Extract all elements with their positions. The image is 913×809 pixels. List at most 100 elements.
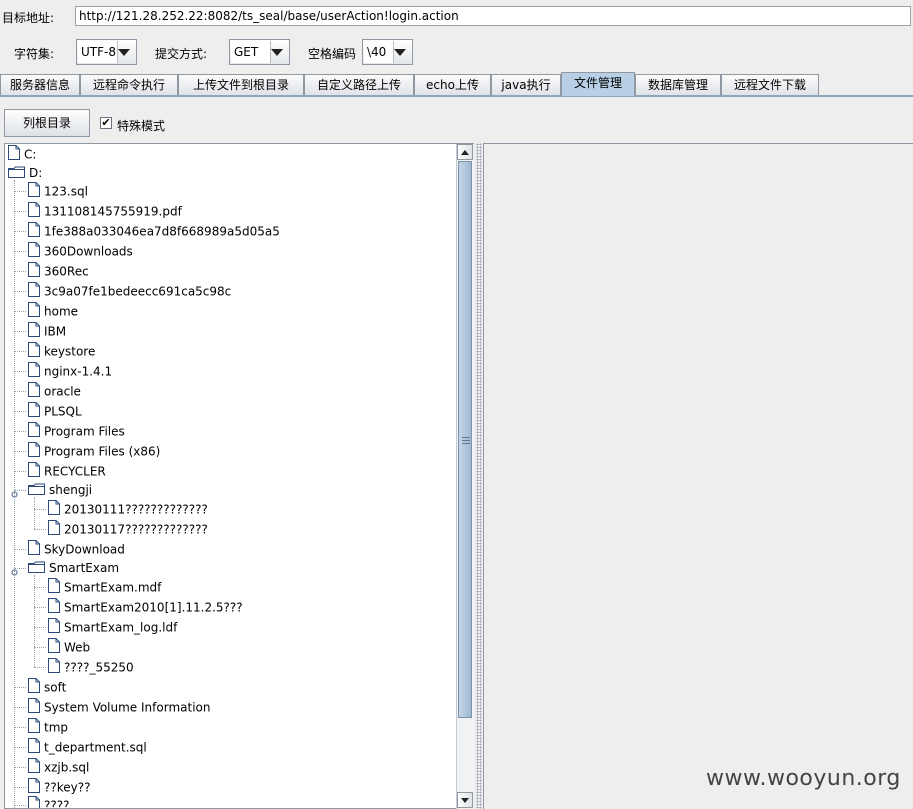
tree-node-label: SmartExam.mdf bbox=[64, 580, 162, 595]
tree-node-label: IBM bbox=[44, 324, 67, 339]
charset-select[interactable]: UTF-8 bbox=[76, 39, 137, 65]
tab-file-manager[interactable]: 文件管理 bbox=[561, 72, 635, 96]
tree-connector bbox=[14, 767, 26, 768]
file-icon bbox=[28, 362, 40, 382]
folder-icon bbox=[28, 482, 45, 500]
tab-echo-upload[interactable]: echo上传 bbox=[414, 74, 491, 95]
tree-node[interactable]: System Volume Information bbox=[28, 698, 210, 716]
tree-node-label: System Volume Information bbox=[44, 700, 211, 715]
tree-node-label: tmp bbox=[44, 720, 69, 735]
tab-database-manager[interactable]: 数据库管理 bbox=[635, 74, 721, 95]
tree-node[interactable]: 131108145755919.pdf bbox=[28, 202, 182, 220]
tree-node-label: 20130117????????????? bbox=[64, 522, 208, 537]
folder-icon bbox=[8, 165, 25, 183]
tree-node[interactable]: PLSQL bbox=[28, 402, 82, 420]
tree-node[interactable]: 20130117????????????? bbox=[48, 520, 208, 538]
tree-node[interactable]: SmartExam bbox=[28, 559, 119, 577]
tree-node[interactable]: SmartExam2010[1].11.2.5??? bbox=[48, 598, 243, 616]
tree-node[interactable]: soft bbox=[28, 678, 66, 696]
tab-remote-download[interactable]: 远程文件下载 bbox=[721, 74, 819, 95]
tree-connector bbox=[14, 787, 26, 788]
tree-node[interactable]: Program Files (x86) bbox=[28, 442, 160, 460]
tab-remote-command[interactable]: 远程命令执行 bbox=[80, 74, 178, 95]
file-icon bbox=[28, 222, 40, 242]
tree-node-label: SkyDownload bbox=[44, 542, 125, 557]
target-url-input[interactable]: http://121.28.252.22:8082/ts_seal/base/u… bbox=[75, 6, 911, 26]
tab-bar: 服务器信息 远程命令执行 上传文件到根目录 自定义路径上传 echo上传 jav… bbox=[0, 72, 913, 96]
tree-node[interactable]: ??key?? bbox=[28, 778, 90, 796]
file-icon bbox=[48, 658, 60, 678]
tree-node[interactable]: SkyDownload bbox=[28, 540, 125, 558]
tree-connector bbox=[14, 391, 26, 392]
tree-node[interactable]: SmartExam.mdf bbox=[48, 578, 161, 596]
tree-node-label: 3c9a07fe1bedeecc691ca5c98c bbox=[44, 284, 232, 299]
tree-node-label: RECYCLER bbox=[44, 464, 106, 479]
space-encoding-select[interactable]: \40 bbox=[362, 39, 413, 65]
tree-node[interactable]: Web bbox=[48, 638, 90, 656]
file-icon bbox=[28, 382, 40, 402]
tree-node[interactable]: xzjb.sql bbox=[28, 758, 89, 776]
tab-server-info[interactable]: 服务器信息 bbox=[0, 74, 80, 95]
charset-label: 字符集: bbox=[14, 47, 55, 61]
tree-node[interactable]: nginx-1.4.1 bbox=[28, 362, 112, 380]
space-encoding-label: 空格编码 bbox=[308, 47, 357, 61]
file-tree[interactable]: C: D: 123.sql 131108145755919.pdf 1fe388a033… bbox=[4, 143, 474, 809]
tree-node[interactable]: 360Rec bbox=[28, 262, 89, 280]
method-select[interactable]: GET bbox=[229, 39, 290, 65]
grip-line bbox=[462, 443, 470, 444]
list-root-button[interactable]: 列根目录 bbox=[4, 109, 90, 137]
space-encoding-value: \40 bbox=[364, 41, 394, 63]
tree-scrollbar[interactable] bbox=[456, 144, 474, 809]
tree-node-label: ??key?? bbox=[44, 780, 91, 795]
tree-node[interactable]: IBM bbox=[28, 322, 66, 340]
special-mode-checkbox[interactable]: ✔ bbox=[100, 117, 112, 129]
tree-connector bbox=[14, 411, 26, 412]
tree-connector bbox=[34, 667, 46, 668]
tab-upload-root[interactable]: 上传文件到根目录 bbox=[178, 74, 304, 95]
tree-node[interactable]: RECYCLER bbox=[28, 462, 106, 480]
tree-connector bbox=[14, 251, 26, 252]
tree-node[interactable]: C: bbox=[8, 145, 36, 163]
tree-node[interactable]: Program Files bbox=[28, 422, 125, 440]
tree-node[interactable]: 1fe388a033046ea7d8f668989a5d05a5 bbox=[28, 222, 280, 240]
file-icon bbox=[28, 442, 40, 462]
file-icon bbox=[28, 202, 40, 222]
tree-node[interactable]: t_department.sql bbox=[28, 738, 147, 756]
scroll-down-button[interactable] bbox=[457, 792, 473, 808]
tree-node-label: Program Files bbox=[44, 424, 125, 439]
tree-node[interactable]: ???? bbox=[28, 796, 69, 808]
tree-connector bbox=[34, 647, 46, 648]
tree-node[interactable]: 123.sql bbox=[28, 182, 88, 200]
tree-connector bbox=[14, 707, 26, 708]
tree-node[interactable]: home bbox=[28, 302, 78, 320]
target-address-label: 目标地址: bbox=[2, 11, 55, 25]
tree-node[interactable]: 3c9a07fe1bedeecc691ca5c98c bbox=[28, 282, 231, 300]
tree-connector bbox=[14, 311, 26, 312]
tree-node[interactable]: oracle bbox=[28, 382, 81, 400]
tree-node[interactable]: keystore bbox=[28, 342, 95, 360]
tab-java-exec[interactable]: java执行 bbox=[491, 74, 561, 95]
tree-connector bbox=[14, 431, 26, 432]
tree-node-label: D: bbox=[29, 166, 43, 180]
split-divider[interactable] bbox=[476, 143, 482, 809]
tree-node-label: C: bbox=[24, 147, 37, 162]
tree-connector bbox=[14, 211, 26, 212]
tree-node-label: 20130111????????????? bbox=[64, 502, 208, 517]
file-icon bbox=[28, 718, 40, 738]
scroll-up-button[interactable] bbox=[457, 144, 473, 160]
special-mode-label: 特殊模式 bbox=[117, 119, 166, 133]
tree-node[interactable]: ????_55250 bbox=[48, 658, 134, 676]
tree-node[interactable]: shengji bbox=[28, 481, 92, 499]
file-icon bbox=[48, 578, 60, 598]
scroll-thumb[interactable] bbox=[458, 161, 472, 718]
file-icon bbox=[28, 242, 40, 262]
folder-icon bbox=[28, 560, 45, 578]
file-content-panel[interactable] bbox=[483, 143, 913, 809]
tab-custom-upload[interactable]: 自定义路径上传 bbox=[304, 74, 414, 95]
tree-node[interactable]: 360Downloads bbox=[28, 242, 133, 260]
file-icon bbox=[48, 618, 60, 638]
tree-node[interactable]: 20130111????????????? bbox=[48, 500, 208, 518]
file-icon bbox=[48, 500, 60, 520]
tree-node[interactable]: SmartExam_log.ldf bbox=[48, 618, 177, 636]
tree-node[interactable]: tmp bbox=[28, 718, 68, 736]
